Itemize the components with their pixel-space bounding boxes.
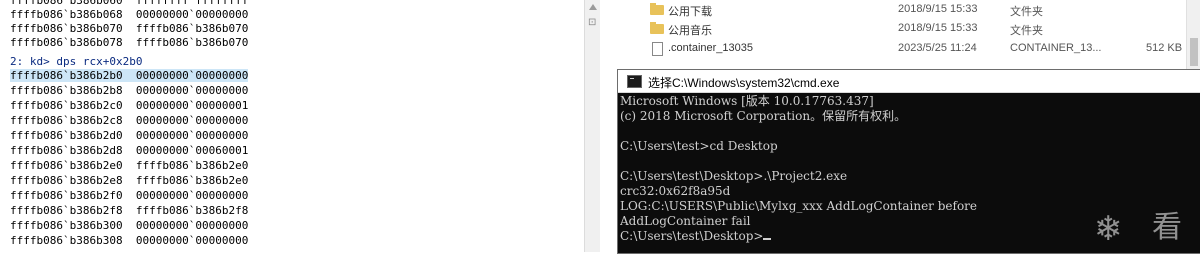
console-line: crc32:0x62f8a95d [620,184,731,198]
file-row[interactable]: 公用音乐 2018/9/15 15:33 文件夹 [600,19,1200,39]
debugger-scrollbar[interactable]: ⊡ [584,0,601,252]
file-name: 公用下载 [668,6,712,18]
folder-icon [650,22,664,34]
memory-line: ffffb086`b386b2b8 00000000`00000000 [10,84,249,97]
memory-line: ffffb086`b386b2e8 ffffb086`b386b2e0 [10,174,249,187]
console-prompt-line[interactable]: C:\Users\test\Desktop> [620,229,772,244]
watermark-text: 看 [1152,210,1182,245]
console-line: AddLogContainer fail [620,214,751,228]
file-type: 文件夹 [1010,25,1043,37]
file-type: CONTAINER_13... [1010,42,1102,54]
console-line: C:\Users\test>cd Desktop [620,139,778,153]
memory-line: ffffb086`b386b2d0 00000000`00000000 [10,129,249,142]
memory-line: ffffb086`b386b078 ffffb086`b386b070 [10,36,249,49]
file-date: 2018/9/15 15:33 [898,22,978,34]
memory-line: ffffb086`b386b2f0 00000000`00000000 [10,189,249,202]
scrollbar-thumb[interactable] [1190,38,1198,66]
file-icon [652,42,663,56]
debugger-output-pane[interactable]: ffffb086`b386b060 ffffffff`ffffffff ffff… [0,0,584,252]
file-type: 文件夹 [1010,6,1043,18]
file-date: 2023/5/25 11:24 [898,42,977,54]
explorer-scrollbar[interactable] [1186,0,1200,70]
console-line: (c) 2018 Microsoft Corporation。保留所有权利。 [620,109,907,123]
text-cursor [763,238,772,240]
file-name: 公用音乐 [668,25,712,37]
memory-line: ffffb086`b386b2e0 ffffb086`b386b2e0 [10,159,249,172]
console-line: C:\Users\test\Desktop>.\Project2.exe [620,169,848,183]
file-row[interactable]: .container_13035 2023/5/25 11:24 CONTAIN… [600,39,1200,59]
kd-command-line: 2: kd> dps rcx+0x2b0 [10,55,143,68]
file-date: 2018/9/15 15:33 [898,3,978,15]
memory-line: ffffb086`b386b2d8 00000000`00060001 [10,144,249,157]
memory-line: ffffb086`b386b060 ffffffff`ffffffff [10,0,249,7]
console-line: LOG:C:\USERS\Public\Mylxg_xxx AddLogCont… [620,199,978,213]
file-name: .container_13035 [668,42,754,54]
console-icon [627,75,642,88]
memory-line: ffffb086`b386b308 00000000`00000000 [10,234,249,247]
memory-line: ffffb086`b386b2f8 ffffb086`b386b2f8 [10,204,249,217]
console-prompt: C:\Users\test\Desktop> [620,229,764,243]
memory-line: ffffb086`b386b068 00000000`00000000 [10,8,249,21]
scroll-up-arrow-icon[interactable] [589,4,597,10]
memory-line-selected[interactable]: ffffb086`b386b2b0 00000000`00000000 [10,69,249,83]
pin-icon[interactable]: ⊡ [588,18,598,28]
file-row[interactable]: 公用下载 2018/9/15 15:33 文件夹 [600,0,1200,20]
folder-icon [650,3,664,15]
selection-highlight[interactable]: ffffb086`b386b2b0 00000000`00000000 [10,69,249,82]
snowflake-icon: ❄ [1094,210,1123,248]
file-size: 512 KB [1146,42,1183,54]
memory-line: ffffb086`b386b2c8 00000000`00000000 [10,114,249,127]
memory-line: ffffb086`b386b070 ffffb086`b386b070 [10,22,249,35]
console-line: Microsoft Windows [版本 10.0.17763.437] [620,94,874,108]
memory-line: ffffb086`b386b300 00000000`00000000 [10,219,249,232]
watermark-logo: ❄ 看 [1094,206,1198,252]
cmd-window-title: 选择C:\Windows\system32\cmd.exe [648,76,840,90]
cmd-titlebar[interactable]: 选择C:\Windows\system32\cmd.exe [618,70,1200,93]
memory-line: ffffb086`b386b2c0 00000000`00000001 [10,99,249,112]
